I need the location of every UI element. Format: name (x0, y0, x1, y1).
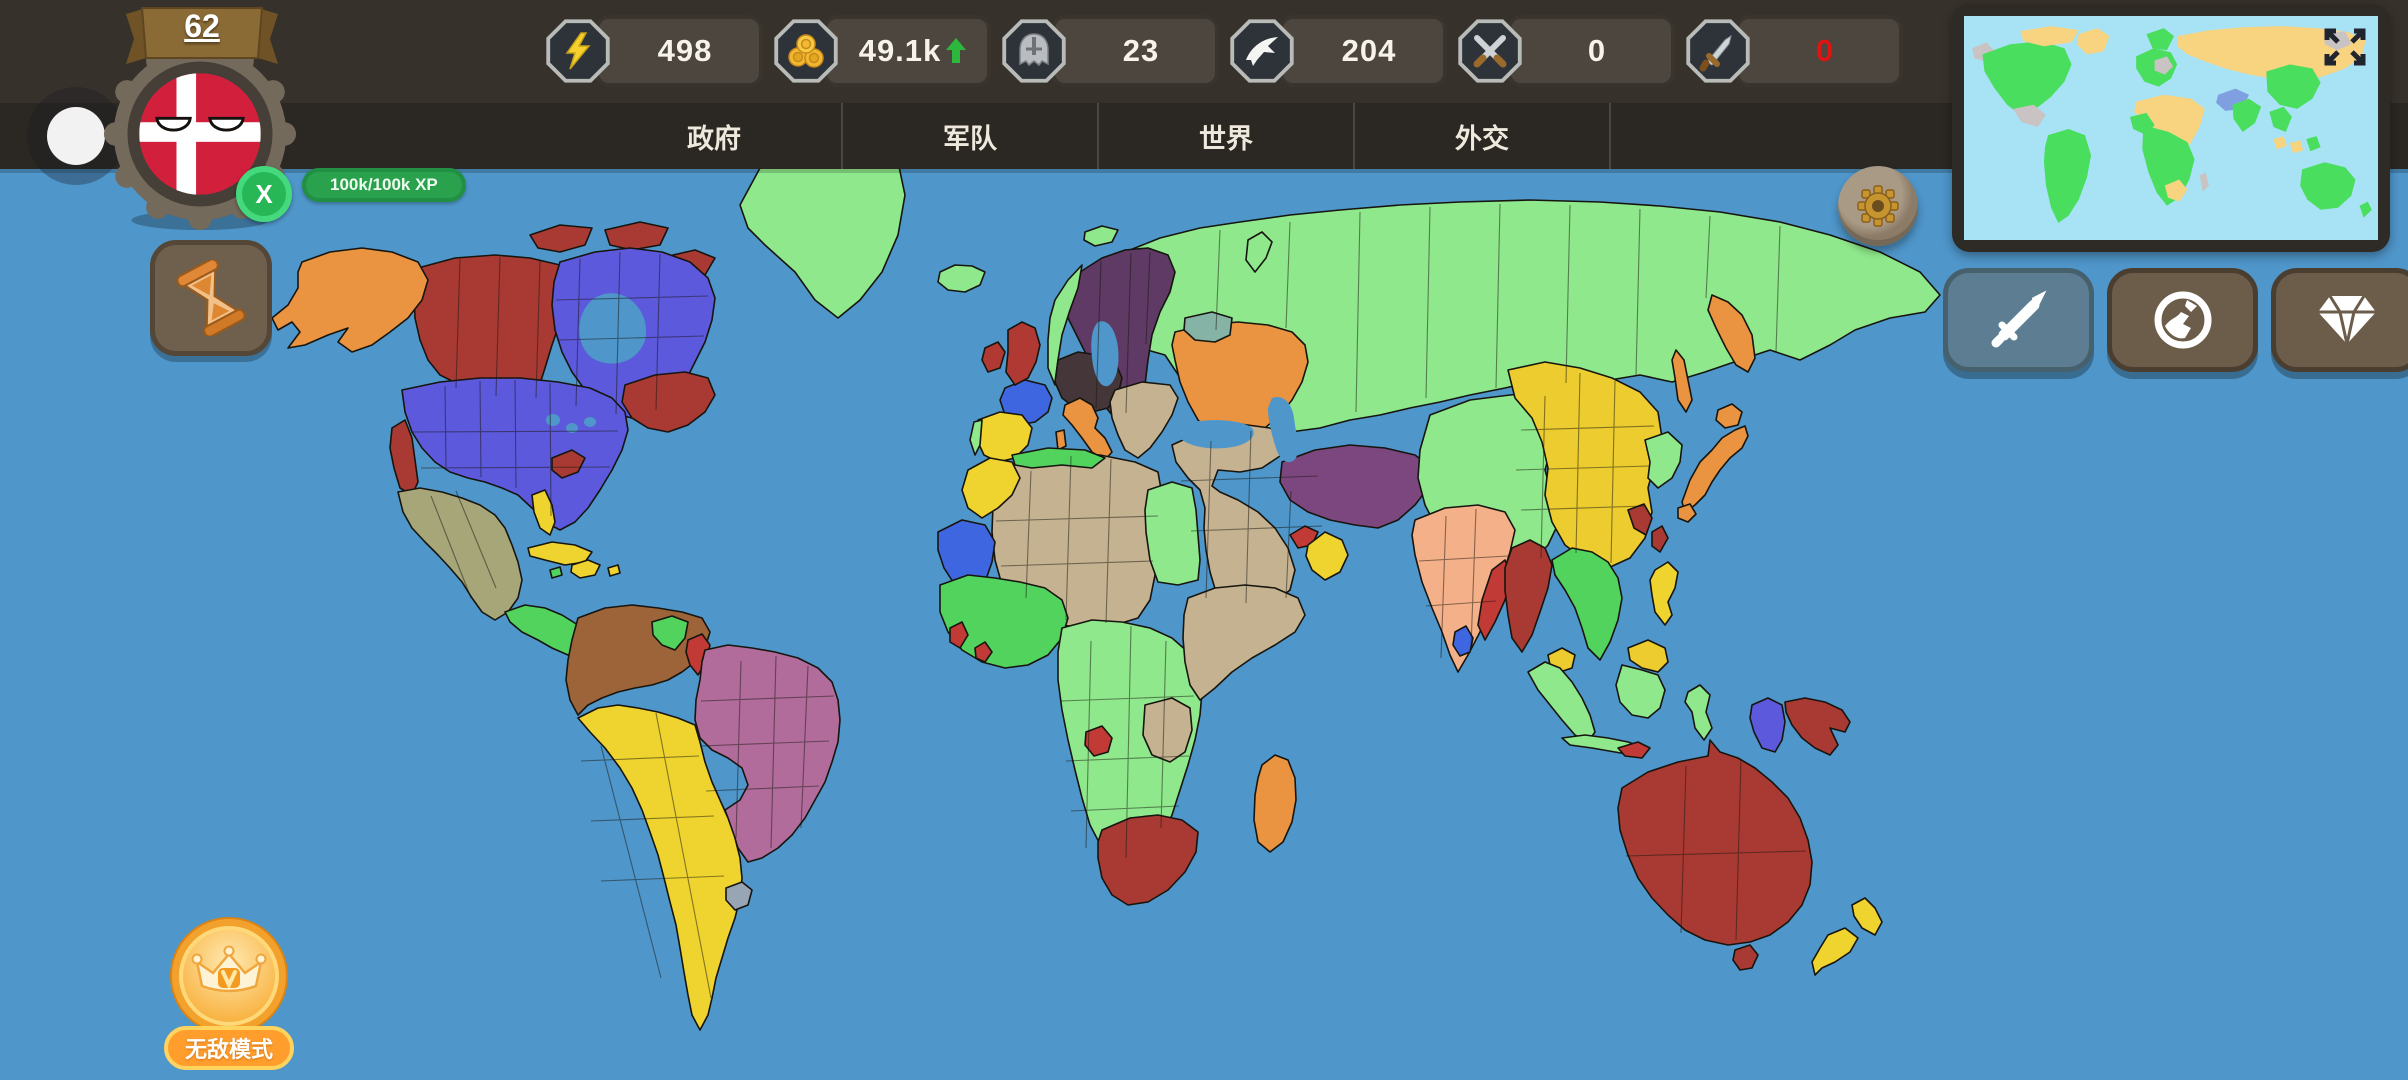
tab-government[interactable]: 政府 (587, 103, 841, 169)
coins-icon (785, 30, 827, 72)
tab-world[interactable]: 世界 (1097, 103, 1353, 169)
map-region-moscow-region[interactable] (1184, 312, 1232, 342)
level-banner: 62 (112, 2, 292, 64)
resource-energy[interactable]: 498 (545, 8, 763, 94)
globe-icon (2151, 288, 2215, 352)
minimap-panel[interactable] (1952, 4, 2390, 252)
sword-icon (1697, 30, 1739, 72)
world-button[interactable] (2107, 268, 2258, 372)
premium-button[interactable] (2271, 268, 2408, 372)
crossed-swords-icon (1469, 30, 1511, 72)
resource-aircraft[interactable]: 204 (1229, 8, 1447, 94)
resource-wars-value: 0 (1735, 15, 1903, 87)
tab-diplomacy[interactable]: 外交 (1353, 103, 1611, 169)
map-region-jamaica[interactable] (550, 567, 562, 578)
resource-gold-value: 49.1k (859, 33, 942, 69)
xp-progress: 100k/100k XP (302, 168, 466, 202)
resource-aircraft-value: 204 (1279, 15, 1447, 87)
invincible-mode-button[interactable] (168, 915, 290, 1037)
trend-up-icon (945, 37, 967, 65)
resource-energy-value: 498 (595, 15, 763, 87)
diamond-icon (2312, 288, 2382, 352)
player-level: 62 (112, 8, 292, 45)
gear-icon (1856, 184, 1900, 228)
map-region-egypt[interactable] (1145, 482, 1200, 585)
resource-wars[interactable]: 0 (1685, 8, 1903, 94)
settings-button[interactable] (1838, 166, 1918, 246)
expand-icon[interactable] (2322, 26, 2368, 68)
helmet-icon (1014, 31, 1054, 71)
hourglass-button[interactable] (150, 240, 272, 356)
map-region-sardinia[interactable] (1056, 430, 1066, 450)
side-button-group (1943, 268, 2408, 372)
resource-bar: 498 49.1k (545, 8, 1903, 94)
map-region-puerto-rico[interactable] (608, 565, 620, 576)
white-dot (47, 107, 105, 165)
resource-troops-value: 23 (1051, 15, 1219, 87)
hourglass-icon (176, 260, 246, 336)
resource-gold-plate: 49.1k (823, 15, 991, 87)
tab-army[interactable]: 军队 (841, 103, 1097, 169)
resource-battles[interactable]: 0 (1457, 8, 1675, 94)
resource-troops[interactable]: 23 (1001, 8, 1219, 94)
bird-icon (1241, 30, 1283, 72)
war-button[interactable] (1943, 268, 2094, 372)
invincible-mode-label: 无敌模式 (164, 1026, 294, 1070)
close-avatar-button[interactable]: X (236, 166, 292, 222)
resource-battles-value: 0 (1507, 15, 1675, 87)
minimap[interactable] (1964, 16, 2378, 240)
lightning-icon (558, 31, 598, 71)
crown-coin-icon (168, 915, 290, 1037)
map-region-tanzania[interactable] (1143, 698, 1192, 762)
sword-button-icon (1986, 287, 2052, 353)
resource-gold[interactable]: 49.1k (773, 8, 991, 94)
